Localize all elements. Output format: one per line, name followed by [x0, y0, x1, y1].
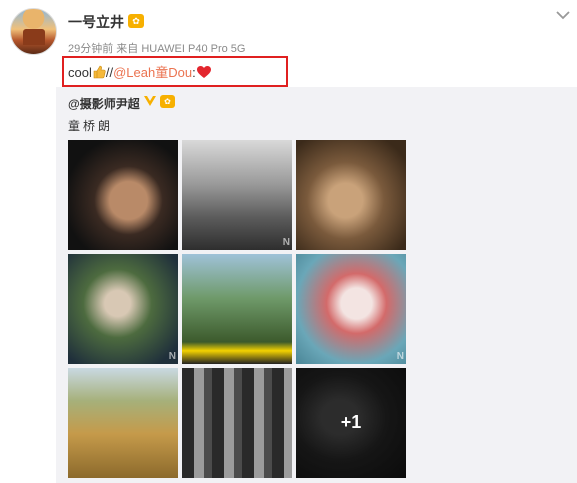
vip-badge-icon: ✿ [128, 14, 144, 28]
mention-link[interactable]: @Leah童Dou [113, 65, 192, 80]
repost-slash: // [105, 65, 114, 80]
original-vip-badge-icon: ✿ [160, 95, 175, 108]
more-photos-count: +1 [340, 412, 362, 432]
heart-icon [196, 66, 211, 78]
chevron-down-icon[interactable] [554, 8, 572, 22]
original-post-text: 童桥朗 [68, 119, 114, 133]
photo-3[interactable] [296, 140, 406, 250]
photo-6[interactable]: N [296, 254, 406, 364]
photo-4[interactable]: N [68, 254, 178, 364]
watermark: N [396, 351, 404, 362]
user-name[interactable]: 一号立井 [68, 12, 124, 32]
photo-1[interactable] [68, 140, 178, 250]
photo-2[interactable]: N [182, 140, 292, 250]
repost-text: cool//@Leah童Dou: [68, 62, 212, 81]
user-avatar[interactable] [10, 8, 57, 55]
photo-5[interactable] [182, 254, 292, 364]
original-author[interactable]: @摄影师尹超 [68, 95, 140, 112]
verified-v-icon [144, 96, 156, 106]
photo-9[interactable]: +1 [296, 368, 406, 478]
watermark: N [168, 351, 176, 362]
photo-8[interactable] [182, 368, 292, 478]
thumbs-up-icon [93, 65, 106, 79]
post-meta: 29分钟前 来自 HUAWEI P40 Pro 5G [68, 43, 246, 55]
photo-7[interactable] [68, 368, 178, 478]
watermark: N [282, 237, 290, 248]
repost-prefix: cool [68, 65, 92, 80]
